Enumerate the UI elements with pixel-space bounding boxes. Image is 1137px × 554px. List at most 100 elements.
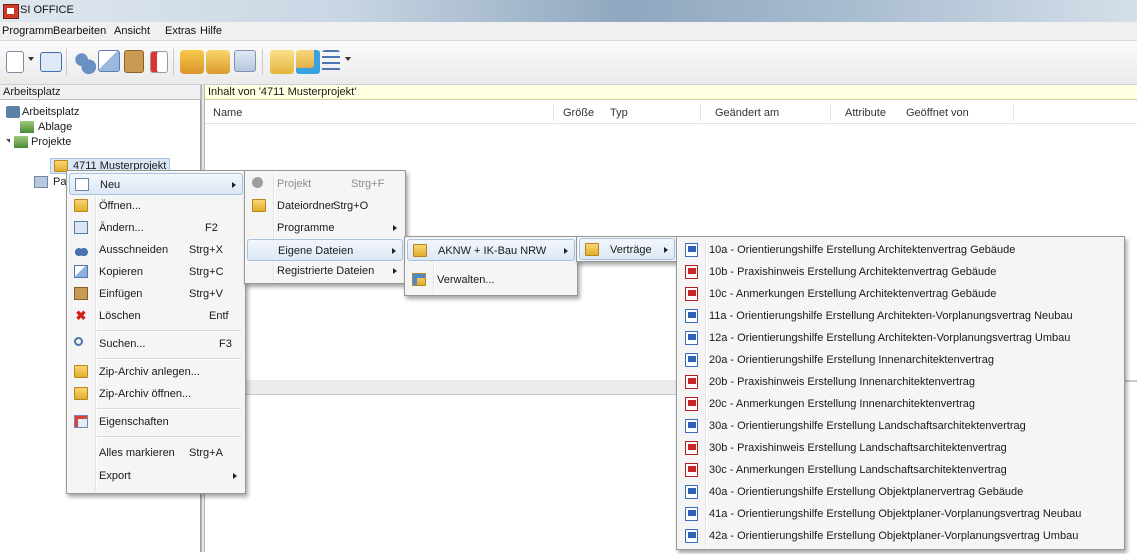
contract-document-item[interactable]: 40a - Orientierungshilfe Erstellung Obje… [679,481,1122,503]
column-attributes[interactable]: Attribute [845,107,886,119]
menu-item-oeffnen[interactable]: Öffnen... [69,195,243,217]
copy-icon[interactable] [98,50,120,72]
contract-document-item[interactable]: 12a - Orientierungshilfe Erstellung Arch… [679,327,1122,349]
menu-separator [97,436,241,438]
contract-document-item[interactable]: 30b - Praxishinweis Erstellung Landschaf… [679,437,1122,459]
toolbar-separator [66,49,67,75]
menu-item-loeschen[interactable]: ✖ Löschen Entf [69,305,243,327]
column-divider[interactable] [553,105,554,121]
word-document-icon [685,331,698,345]
submenu-arrow-icon [233,473,237,479]
properties-icon[interactable] [234,50,256,72]
word-document-icon [685,419,698,433]
project-icon [252,177,263,188]
view-dropdown-arrow-icon[interactable] [345,57,351,61]
content-header: Inhalt von '4711 Musterprojekt' [205,85,1137,100]
open-folder-icon[interactable] [270,50,294,74]
menu-item-kopieren[interactable]: Kopieren Strg+C [69,261,243,283]
contract-document-item[interactable]: 10c - Anmerkungen Erstellung Architekten… [679,283,1122,305]
column-divider[interactable] [1013,105,1014,121]
contract-document-item[interactable]: 10b - Praxishinweis Erstellung Architekt… [679,261,1122,283]
toolbar-separator [173,49,174,75]
view-icon[interactable] [40,52,62,72]
delete-document-icon[interactable] [150,51,168,73]
submenu-item-aknw[interactable]: AKNW + IK-Bau NRW [407,239,575,261]
contract-document-item[interactable]: 30c - Anmerkungen Erstellung Landschafts… [679,459,1122,481]
cut-icon[interactable] [72,50,96,74]
menu-separator [97,358,241,360]
delete-icon: ✖ [75,308,87,323]
aknw-submenu: Verträge [576,236,678,262]
context-menu: Neu Öffnen... Ändern... F2 Ausschneiden … [66,170,246,494]
pdf-document-icon [685,265,698,279]
column-divider[interactable] [830,105,831,121]
contract-document-item[interactable]: 41a - Orientierungshilfe Erstellung Obje… [679,503,1122,525]
storage-icon [20,121,34,133]
list-column-headers: Name Größe Typ Geändert am Attribute Geö… [205,103,1137,124]
menu-item-ausschneiden[interactable]: Ausschneiden Strg+X [69,239,243,261]
submenu-item-eigene-dateien[interactable]: Eigene Dateien [247,239,403,261]
menu-item-suchen[interactable]: Suchen... F3 [69,333,243,355]
column-type[interactable]: Typ [610,107,628,119]
contract-document-item[interactable]: 20c - Anmerkungen Erstellung Innenarchit… [679,393,1122,415]
menu-item-export[interactable]: Export [69,465,243,487]
menu-ansicht[interactable]: Ansicht [114,25,150,37]
paste-icon[interactable] [124,50,144,73]
folder-share-icon[interactable] [206,50,230,74]
pdf-document-icon [685,463,698,477]
column-opened-by[interactable]: Geöffnet von [906,107,969,119]
submenu-item-vertraege[interactable]: Verträge [579,238,675,260]
folder-icon [585,243,599,256]
menu-item-aendern[interactable]: Ändern... F2 [69,217,243,239]
submenu-arrow-icon [564,248,568,254]
zip-open-icon [74,387,88,400]
scissors-icon [74,243,88,256]
menu-item-eigenschaften[interactable]: Eigenschaften [69,411,243,433]
word-document-icon [685,507,698,521]
submenu-arrow-icon [232,182,236,188]
submenu-item-registrierte-dateien[interactable]: Registrierte Dateien [247,260,403,282]
menu-item-zip-oeffnen[interactable]: Zip-Archiv öffnen... [69,383,243,405]
paste-icon [74,287,88,300]
submenu-item-programme[interactable]: Programme [247,217,403,239]
new-submenu: Projekt Strg+F Dateiordner Strg+O Progra… [244,170,406,284]
menu-bar: Programm Bearbeiten Ansicht Extras Hilfe [0,22,1137,41]
menu-item-neu[interactable]: Neu [69,173,243,195]
word-document-icon [685,243,698,257]
menu-bearbeiten[interactable]: Bearbeiten [53,25,106,37]
contract-document-item[interactable]: 10a - Orientierungshilfe Erstellung Arch… [679,239,1122,261]
submenu-item-verwalten[interactable]: Verwalten... [407,269,575,291]
submenu-item-dateiordner[interactable]: Dateiordner Strg+O [247,195,403,217]
word-document-icon [685,529,698,543]
manage-folder-icon [412,273,426,286]
contract-document-item[interactable]: 42a - Orientierungshilfe Erstellung Obje… [679,525,1122,547]
menu-item-zip-anlegen[interactable]: Zip-Archiv anlegen... [69,361,243,383]
contract-document-item[interactable]: 20b - Praxishinweis Erstellung Innenarch… [679,371,1122,393]
folder-up-icon[interactable] [180,50,204,74]
folder-edit-icon[interactable] [296,50,320,74]
menu-separator [97,408,241,410]
contract-document-item[interactable]: 11a - Orientierungshilfe Erstellung Arch… [679,305,1122,327]
column-size[interactable]: Größe [563,107,594,119]
copy-icon [74,265,88,278]
column-name[interactable]: Name [213,107,242,119]
list-view-icon[interactable] [322,50,340,74]
contract-document-item[interactable]: 20a - Orientierungshilfe Erstellung Inne… [679,349,1122,371]
vertraege-submenu: 10a - Orientierungshilfe Erstellung Arch… [676,236,1125,550]
zip-create-icon [74,365,88,378]
new-dropdown-arrow-icon[interactable] [28,57,34,61]
column-divider[interactable] [700,105,701,121]
menu-item-alles-markieren[interactable]: Alles markieren Strg+A [69,442,243,464]
submenu-item-projekt[interactable]: Projekt Strg+F [247,173,403,195]
contract-document-item[interactable]: 30a - Orientierungshilfe Erstellung Land… [679,415,1122,437]
menu-programm[interactable]: Programm [2,25,53,37]
menu-item-einfuegen[interactable]: Einfügen Strg+V [69,283,243,305]
column-modified[interactable]: Geändert am [715,107,779,119]
window-title: SI OFFICE [20,4,74,16]
folder-icon [252,199,266,212]
menu-extras[interactable]: Extras [165,25,196,37]
new-document-icon[interactable] [6,51,24,73]
menu-hilfe[interactable]: Hilfe [200,25,222,37]
new-icon [75,178,89,191]
expand-arrow-icon[interactable] [6,139,10,143]
